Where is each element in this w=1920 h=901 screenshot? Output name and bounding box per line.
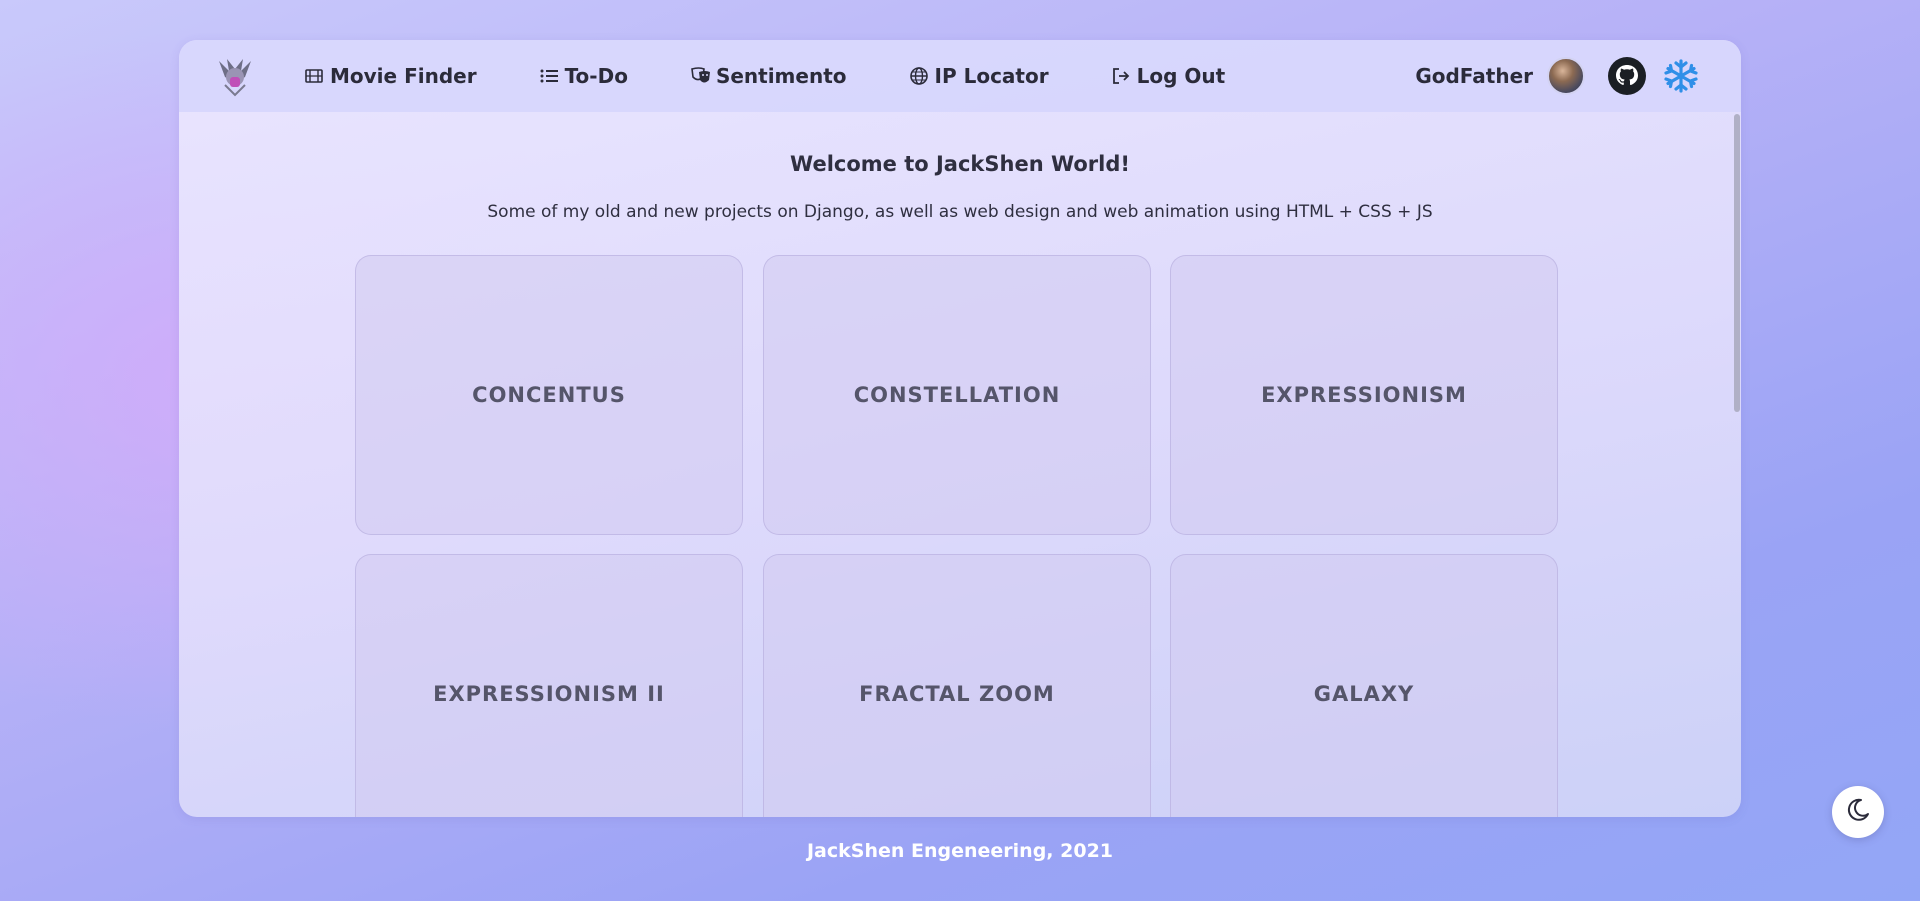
card-label: EXPRESSIONISM: [1261, 383, 1467, 407]
navbar: Movie Finder To-Do Sentimento IP Locator: [179, 40, 1741, 112]
nav-item-log-out[interactable]: Log Out: [1111, 64, 1226, 88]
page-title: Welcome to JackShen World!: [790, 152, 1130, 176]
globe-icon: [909, 66, 929, 86]
nav-item-ip-locator[interactable]: IP Locator: [909, 64, 1049, 88]
nav-item-label: Sentimento: [715, 64, 847, 88]
film-icon: [304, 66, 324, 86]
card-label: CONSTELLATION: [853, 383, 1061, 407]
nav-item-label: IP Locator: [934, 64, 1049, 88]
nav-menu: Movie Finder To-Do Sentimento IP Locator: [304, 40, 1287, 112]
dark-mode-toggle[interactable]: [1832, 786, 1884, 838]
nav-item-label: Log Out: [1136, 64, 1226, 88]
project-card-expressionism[interactable]: EXPRESSIONISM: [1170, 255, 1558, 535]
nav-item-movie-finder[interactable]: Movie Finder: [304, 64, 477, 88]
project-card-galaxy[interactable]: GALAXY: [1170, 554, 1558, 817]
card-label: FRACTAL ZOOM: [859, 682, 1055, 706]
nav-user-area: GodFather: [1415, 40, 1699, 112]
project-card-concentus[interactable]: CONCENTUS: [355, 255, 743, 535]
logout-icon: [1111, 66, 1131, 86]
nav-item-to-do[interactable]: To-Do: [539, 64, 628, 88]
nav-item-label: To-Do: [564, 64, 628, 88]
github-icon[interactable]: [1607, 56, 1647, 96]
snowflake-icon[interactable]: [1663, 58, 1699, 94]
nav-item-sentimento[interactable]: Sentimento: [690, 64, 847, 88]
card-label: GALAXY: [1313, 682, 1415, 706]
masks-icon: [690, 66, 710, 86]
avatar[interactable]: [1547, 57, 1585, 95]
project-card-expressionism-ii[interactable]: EXPRESSIONISM II: [355, 554, 743, 817]
main-panel: Movie Finder To-Do Sentimento IP Locator: [179, 40, 1741, 817]
card-label: EXPRESSIONISM II: [433, 682, 665, 706]
nav-item-label: Movie Finder: [330, 64, 477, 88]
footer-text: JackShen Engeneering, 2021: [806, 840, 1114, 862]
project-card-constellation[interactable]: CONSTELLATION: [763, 255, 1151, 535]
page-subtitle: Some of my old and new projects on Djang…: [487, 202, 1433, 222]
eagle-logo-icon[interactable]: [215, 55, 255, 97]
username: GodFather: [1415, 64, 1533, 88]
moon-icon: [1845, 797, 1871, 827]
project-card-fractal-zoom[interactable]: FRACTAL ZOOM: [763, 554, 1151, 817]
list-icon: [539, 66, 559, 86]
card-label: CONCENTUS: [472, 383, 626, 407]
